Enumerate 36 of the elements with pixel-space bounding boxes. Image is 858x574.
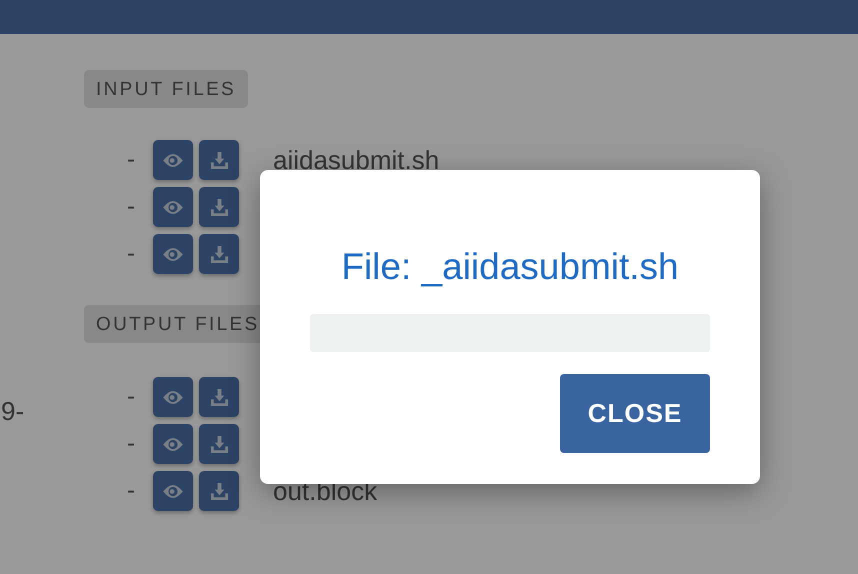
- download-button[interactable]: [199, 140, 239, 180]
- eye-icon: [162, 484, 184, 498]
- file-name: out.block: [273, 476, 378, 506]
- file-name: aiidasubmit.sh: [273, 144, 440, 176]
- download-button[interactable]: [199, 234, 239, 274]
- list-dash: -: [127, 477, 136, 505]
- download-icon: [210, 482, 228, 500]
- dialog-title: File: _aiidasubmit.sh: [341, 245, 679, 289]
- list-dash: -: [127, 430, 136, 458]
- list-dash: -: [127, 240, 136, 268]
- download-icon: [210, 244, 228, 264]
- download-button[interactable]: [199, 424, 239, 464]
- download-button[interactable]: [199, 471, 239, 511]
- eye-icon: [162, 200, 184, 214]
- list-dash: -: [127, 146, 136, 174]
- eye-icon: [162, 436, 184, 452]
- view-button[interactable]: [153, 471, 193, 511]
- view-button[interactable]: [153, 187, 193, 227]
- eye-icon: [162, 152, 184, 168]
- view-button[interactable]: [153, 140, 193, 180]
- download-button[interactable]: [199, 377, 239, 417]
- download-icon: [210, 198, 228, 216]
- view-button[interactable]: [153, 234, 193, 274]
- side-text: 9-: [1, 396, 24, 426]
- download-button[interactable]: [199, 187, 239, 227]
- eye-icon: [162, 246, 184, 262]
- download-icon: [210, 150, 228, 170]
- list-dash: -: [127, 383, 136, 411]
- close-button[interactable]: CLOSE: [560, 374, 710, 453]
- section-label: INPUT FILES: [84, 70, 248, 108]
- view-button[interactable]: [153, 424, 193, 464]
- download-icon: [210, 388, 228, 406]
- view-button[interactable]: [153, 377, 193, 417]
- list-dash: -: [127, 193, 136, 221]
- eye-icon: [162, 390, 184, 404]
- download-icon: [210, 434, 228, 454]
